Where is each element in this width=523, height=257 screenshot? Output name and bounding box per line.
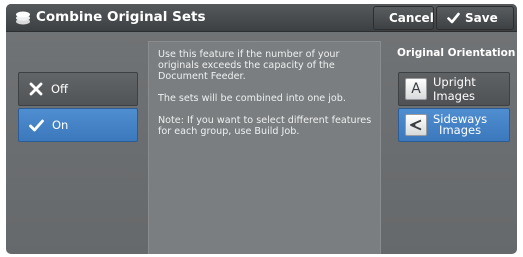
info-paragraph: Use this feature if the number of your o… [158, 49, 340, 82]
cancel-button[interactable]: Cancel [373, 6, 434, 30]
upright-image-icon: A [405, 78, 427, 100]
page-title: Combine Original Sets [36, 9, 206, 25]
cancel-label: Cancel [389, 11, 434, 25]
sideways-image-icon [405, 114, 427, 136]
x-icon [29, 82, 43, 96]
off-option-label: Off [51, 82, 68, 96]
checkmark-icon [29, 119, 44, 131]
dialog-screen: Combine Original Sets Cancel Save Off On… [6, 4, 517, 254]
info-paragraph: The sets will be combined into one job. [158, 93, 346, 104]
save-label: Save [465, 11, 498, 25]
info-panel: Use this feature if the number of your o… [148, 41, 381, 254]
title-bar: Combine Original Sets Cancel Save [6, 4, 517, 32]
sideways-images-label: Sideways Images [433, 113, 487, 137]
checkmark-icon [447, 12, 460, 24]
save-button[interactable]: Save [436, 6, 514, 30]
orientation-heading: Original Orientation [397, 47, 516, 59]
sideways-label-line: Images [439, 123, 482, 137]
sideways-images-button[interactable]: Sideways Images [398, 108, 510, 142]
on-option-button[interactable]: On [18, 108, 138, 142]
upright-images-label: Upright Images [433, 75, 476, 103]
upright-images-button[interactable]: A Upright Images [398, 72, 510, 106]
on-option-label: On [52, 118, 69, 132]
off-option-button[interactable]: Off [18, 72, 138, 106]
stack-icon [16, 11, 30, 25]
info-paragraph: Note: If you want to select different fe… [158, 115, 372, 137]
